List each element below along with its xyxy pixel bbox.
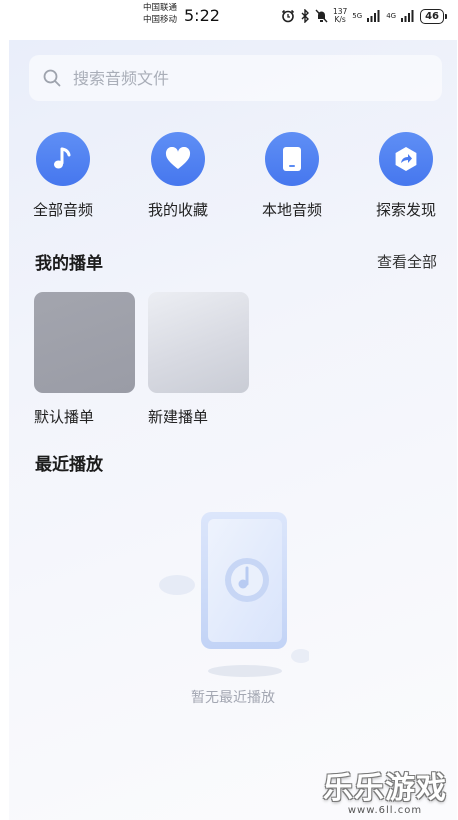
audio-home-screen: 全部音频 我的收藏 本地音频 探索发现 我的播单 查看全部 bbox=[9, 40, 457, 820]
signal-2-icon bbox=[401, 10, 414, 22]
quick-action-favorites[interactable]: 我的收藏 bbox=[123, 132, 233, 220]
clock: 5:22 bbox=[184, 6, 220, 25]
playlist-cover bbox=[34, 292, 135, 393]
signal-2-type: 4G bbox=[386, 11, 397, 20]
net-speed: 137 K/s bbox=[332, 7, 348, 24]
playlist-label: 新建播单 bbox=[148, 408, 209, 426]
phone-icon bbox=[265, 132, 319, 186]
alarm-icon bbox=[281, 9, 295, 23]
share-arrow-icon bbox=[379, 132, 433, 186]
music-note-icon bbox=[36, 132, 90, 186]
carrier-names: 中国联通 中国移动 bbox=[143, 2, 177, 26]
search-icon bbox=[43, 69, 61, 87]
quick-action-local-audio[interactable]: 本地音频 bbox=[237, 132, 347, 220]
playlist-cover bbox=[148, 292, 249, 393]
watermark: 乐乐游戏 www.6ll.com bbox=[323, 763, 447, 816]
quick-action-all-audio[interactable]: 全部音频 bbox=[8, 132, 118, 220]
empty-state-illustration bbox=[159, 512, 309, 677]
carrier-1: 中国联通 bbox=[143, 3, 178, 13]
status-icons: 137 K/s 5G 4G 46 bbox=[281, 6, 447, 26]
status-bar: 中国联通 中国移动 5:22 137 K/s 5G 4G 46 bbox=[0, 0, 458, 34]
battery-indicator: 46 bbox=[420, 8, 447, 24]
playlist-new[interactable]: 新建播单 bbox=[148, 292, 250, 427]
mute-bell-icon bbox=[315, 9, 328, 23]
quick-action-label: 全部音频 bbox=[32, 201, 93, 219]
see-all-link[interactable]: 查看全部 bbox=[377, 251, 437, 272]
search-input[interactable] bbox=[71, 67, 405, 89]
playlist-default[interactable]: 默认播单 bbox=[34, 292, 136, 427]
watermark-main: 乐乐游戏 bbox=[323, 771, 447, 806]
playlists-title: 我的播单 bbox=[35, 254, 103, 274]
heart-icon bbox=[151, 132, 205, 186]
bluetooth-icon bbox=[301, 9, 309, 23]
quick-action-label: 我的收藏 bbox=[147, 201, 208, 219]
quick-action-discover[interactable]: 探索发现 bbox=[351, 132, 458, 220]
carrier-2: 中国移动 bbox=[143, 15, 178, 25]
playlist-label: 默认播单 bbox=[34, 408, 95, 426]
quick-action-label: 本地音频 bbox=[261, 201, 322, 219]
recent-title: 最近播放 bbox=[35, 455, 103, 475]
search-bar[interactable] bbox=[29, 55, 442, 101]
quick-action-label: 探索发现 bbox=[375, 201, 436, 219]
signal-1-type: 5G bbox=[352, 11, 363, 20]
empty-state-text: 暂无最近播放 bbox=[191, 690, 275, 706]
signal-1-icon bbox=[367, 10, 380, 22]
